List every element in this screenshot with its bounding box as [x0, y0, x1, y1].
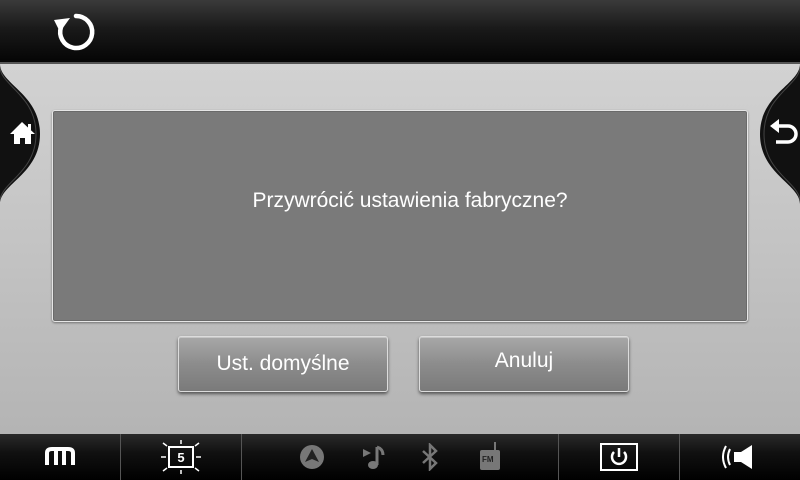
radio-badge: FM: [482, 455, 494, 464]
bluetooth-icon: [420, 443, 440, 471]
refresh-icon[interactable]: [50, 8, 102, 56]
confirm-dialog: Przywrócić ustawienia fabryczne?: [52, 110, 748, 322]
volume-icon: [722, 443, 758, 471]
power-icon: [600, 443, 638, 471]
restore-defaults-button[interactable]: Ust. domyślne: [178, 336, 388, 392]
menu-button[interactable]: [0, 434, 120, 480]
back-tab[interactable]: [754, 64, 800, 204]
dialog-message: Przywrócić ustawienia fabryczne?: [252, 189, 568, 212]
bluetooth-button[interactable]: [408, 434, 452, 480]
navigation-icon: [299, 444, 325, 470]
bottom-bar: 5 FM: [0, 434, 800, 480]
cancel-label: Anuluj: [494, 349, 554, 372]
display-brightness-icon: 5: [159, 440, 203, 474]
music-icon: [361, 443, 387, 471]
radio-icon: FM: [479, 442, 501, 472]
volume-button[interactable]: [680, 434, 800, 480]
radio-button[interactable]: FM: [468, 434, 512, 480]
display-button[interactable]: 5: [121, 434, 241, 480]
top-bar: [0, 0, 800, 64]
home-tab[interactable]: [0, 64, 46, 204]
music-button[interactable]: [352, 434, 396, 480]
restore-defaults-label: Ust. domyślne: [216, 352, 350, 375]
power-button[interactable]: [559, 434, 679, 480]
cancel-button[interactable]: Anuluj: [419, 336, 629, 392]
menu-icon: [44, 447, 76, 467]
display-badge: 5: [177, 449, 185, 465]
navigation-button[interactable]: [290, 434, 334, 480]
